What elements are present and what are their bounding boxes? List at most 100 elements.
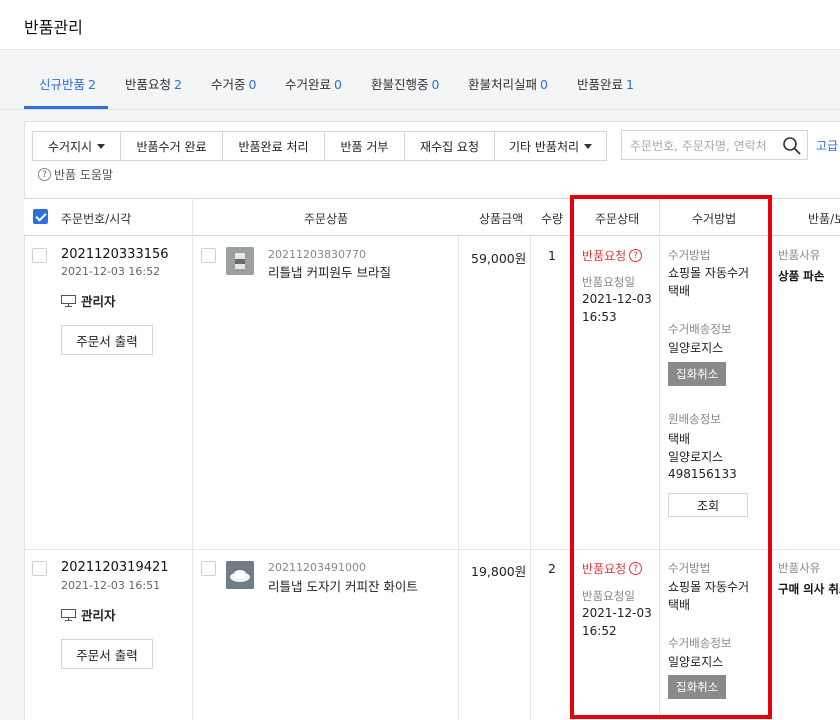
return-complete-process-button[interactable]: 반품완료 처리 [222, 131, 325, 161]
method-label: 수거방법 [668, 248, 711, 262]
request-time: 16:52 [582, 624, 617, 638]
request-date-label: 반품요청일 [582, 589, 635, 603]
return-reject-button[interactable]: 반품 거부 [324, 131, 405, 161]
status-tabs: 신규반품 2 반품요청 2 수거중 0 수거완료 0 환불진행중 0 환불처리실패 0 반품… [0, 50, 840, 110]
column-divider [458, 236, 459, 720]
print-order-button[interactable]: 주문서 출력 [61, 325, 153, 355]
order-status: 반품요청? [582, 247, 643, 264]
product-name[interactable]: 리틀냅 도자기 커피잔 화이트 [268, 576, 418, 595]
order-number: 2021120319421 [61, 560, 169, 575]
tracking-number: 498156133 [668, 467, 737, 481]
tab-collecting[interactable]: 수거중 0 [211, 74, 256, 93]
cancel-pickup-button[interactable]: 집화취소 [668, 675, 727, 699]
tab-refund-failed[interactable]: 환불처리실패 0 [468, 74, 548, 93]
method-value: 쇼핑몰 자동수거 [668, 266, 750, 280]
product-thumbnail [226, 247, 254, 275]
search-box [621, 130, 808, 160]
pickup-courier: 일양로지스 [668, 655, 724, 669]
admin-label: 관리자 [61, 605, 116, 624]
original-shipping-type: 택배 [668, 432, 691, 446]
order-time: 2021-12-03 16:52 [61, 265, 161, 278]
question-icon[interactable]: ? [629, 249, 643, 262]
reason-label: 반품사유 [778, 248, 821, 262]
col-order: 주문번호/시각 [61, 212, 132, 226]
request-time: 16:53 [582, 310, 617, 324]
quantity: 2 [548, 561, 556, 576]
pickup-instruction-dropdown[interactable]: 수거지시 [32, 131, 121, 161]
caret-down-icon [97, 143, 106, 149]
tab-return-complete[interactable]: 반품완료 1 [577, 74, 634, 93]
col-method: 수거방법 [692, 212, 737, 226]
tab-collected[interactable]: 수거완료 0 [285, 74, 342, 93]
request-date: 2021-12-03 [582, 292, 652, 306]
product-thumbnail [226, 561, 254, 589]
select-all-checkbox[interactable] [33, 209, 48, 224]
page-title: 반품관리 [24, 18, 83, 37]
reason-value: 구매 의사 취소 [778, 582, 840, 596]
tab-return-request[interactable]: 반품요청 2 [125, 74, 182, 93]
pickup-courier: 일양로지스 [668, 341, 724, 355]
order-time: 2021-12-03 16:51 [61, 579, 161, 592]
order-status: 반품요청? [582, 560, 643, 577]
request-date: 2021-12-03 [582, 606, 652, 620]
product-checkbox[interactable] [201, 248, 216, 263]
search-input[interactable] [630, 137, 775, 155]
track-lookup-button[interactable]: 조회 [668, 493, 748, 517]
method-type: 택배 [668, 284, 691, 298]
return-pickup-complete-button[interactable]: 반품수거 완료 [120, 131, 223, 161]
question-icon: ? [38, 168, 51, 181]
tab-count: 2 [174, 77, 182, 92]
original-shipping-label: 원배송정보 [668, 412, 721, 426]
request-date-label: 반품요청일 [582, 275, 635, 289]
original-courier: 일양로지스 [668, 450, 724, 464]
return-help-link[interactable]: ? 반품 도움말 [38, 166, 113, 183]
tab-refund-in-progress[interactable]: 환불진행중 0 [371, 74, 439, 93]
tab-count: 0 [334, 77, 342, 92]
col-reason: 반품/보 [808, 212, 840, 226]
column-divider [769, 198, 770, 720]
pickup-shipping-label: 수거배송정보 [668, 322, 732, 336]
tab-count: 1 [626, 77, 634, 92]
pickup-shipping-label: 수거배송정보 [668, 636, 732, 650]
product-checkbox[interactable] [201, 561, 216, 576]
tab-new-return[interactable]: 신규반품 2 [39, 74, 96, 93]
row-checkbox[interactable] [32, 561, 47, 576]
col-amount: 상품금액 [479, 212, 524, 226]
product-code: 20211203491000 [268, 561, 366, 574]
product-amount: 59,000원 [471, 251, 527, 266]
recollect-request-button[interactable]: 재수집 요청 [404, 131, 495, 161]
column-divider [573, 198, 574, 720]
col-product: 주문상품 [304, 212, 349, 226]
column-divider [530, 236, 531, 720]
question-icon[interactable]: ? [629, 562, 643, 575]
quantity: 1 [548, 248, 556, 263]
product-amount: 19,800원 [471, 564, 527, 579]
cancel-pickup-button[interactable]: 집화취소 [668, 362, 727, 386]
active-tab-indicator [24, 106, 108, 109]
reason-label: 반품사유 [778, 561, 821, 575]
column-divider [192, 198, 193, 720]
row-checkbox[interactable] [32, 248, 47, 263]
row-divider [24, 549, 840, 550]
reason-value: 상품 파손 [778, 269, 825, 283]
caret-down-icon [584, 143, 593, 149]
method-type: 택배 [668, 598, 691, 612]
print-order-button[interactable]: 주문서 출력 [61, 639, 153, 669]
col-status: 주문상태 [595, 212, 640, 226]
search-icon[interactable] [782, 136, 802, 156]
monitor-icon [61, 608, 76, 621]
admin-label: 관리자 [61, 291, 116, 310]
advanced-search-link[interactable]: 고급 [816, 137, 838, 154]
monitor-icon [61, 294, 76, 307]
tab-count: 2 [88, 77, 96, 92]
product-code: 20211203830770 [268, 248, 366, 261]
tab-count: 0 [431, 77, 440, 92]
order-number: 2021120333156 [61, 247, 169, 262]
tab-count: 0 [540, 77, 548, 92]
method-value: 쇼핑몰 자동수거 [668, 580, 750, 594]
tab-count: 0 [248, 77, 257, 92]
other-return-process-dropdown[interactable]: 기타 반품처리 [494, 131, 607, 161]
page-header: 반품관리 [0, 0, 840, 50]
product-name[interactable]: 리틀냅 커피원두 브라질 [268, 262, 391, 281]
column-divider [659, 198, 660, 720]
